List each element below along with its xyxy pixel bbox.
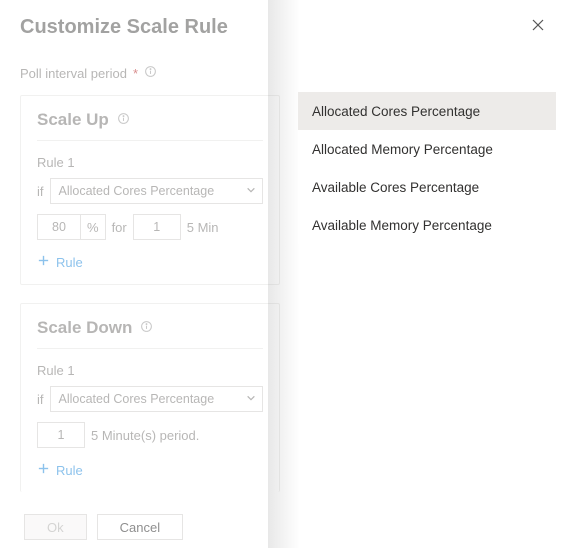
cancel-button[interactable]: Cancel (97, 514, 183, 540)
scale-down-card: Scale Down Rule 1 if Allocated Cores Per… (20, 303, 280, 492)
plus-icon (37, 462, 50, 478)
percent-label: % (80, 214, 105, 240)
menu-item-allocated-memory[interactable]: Allocated Memory Percentage (298, 130, 556, 168)
customize-scale-rule-pane: Customize Scale Rule Poll interval perio… (0, 0, 300, 560)
ok-button[interactable]: Ok (24, 514, 87, 540)
period-input[interactable] (133, 214, 181, 240)
metric-dropdown-value: Allocated Cores Percentage (59, 392, 215, 406)
rule-label: Rule 1 (37, 363, 263, 378)
period-text: 5 Min (187, 220, 219, 235)
metric-dropdown-menu: Allocated Cores Percentage Allocated Mem… (298, 92, 556, 244)
scale-up-card: Scale Up Rule 1 if Allocated Cores Perce… (20, 95, 280, 285)
threshold-input-group: % (37, 214, 106, 240)
metric-dropdown-value: Allocated Cores Percentage (59, 184, 215, 198)
poll-interval-label: Poll interval period (20, 66, 127, 81)
add-rule-label: Rule (56, 463, 83, 478)
divider (37, 348, 263, 349)
plus-icon (37, 254, 50, 270)
menu-item-available-cores[interactable]: Available Cores Percentage (298, 168, 556, 206)
scale-down-title-text: Scale Down (37, 318, 132, 338)
menu-item-allocated-cores[interactable]: Allocated Cores Percentage (298, 92, 556, 130)
poll-interval-field: Poll interval period * (20, 65, 280, 81)
threshold-input[interactable] (38, 215, 80, 239)
for-label: for (112, 220, 127, 235)
scale-up-title: Scale Up (37, 110, 263, 130)
menu-item-available-memory[interactable]: Available Memory Percentage (298, 206, 556, 244)
scale-down-title: Scale Down (37, 318, 263, 338)
metric-dropdown[interactable]: Allocated Cores Percentage (50, 178, 264, 204)
close-button[interactable] (531, 18, 547, 34)
add-rule-button[interactable]: Rule (37, 250, 263, 274)
add-rule-label: Rule (56, 255, 83, 270)
add-rule-button[interactable]: Rule (37, 458, 263, 482)
info-icon[interactable] (144, 65, 157, 81)
scale-up-title-text: Scale Up (37, 110, 109, 130)
chevron-down-icon (246, 184, 256, 198)
if-label: if (37, 184, 44, 199)
footer-buttons: Ok Cancel (20, 510, 280, 544)
period-input[interactable] (37, 422, 85, 448)
info-icon[interactable] (140, 318, 153, 338)
rule-label: Rule 1 (37, 155, 263, 170)
period-text: 5 Minute(s) period. (91, 428, 199, 443)
pane-title: Customize Scale Rule (20, 16, 280, 39)
required-asterisk: * (133, 66, 138, 81)
info-icon[interactable] (117, 110, 130, 130)
divider (37, 140, 263, 141)
chevron-down-icon (246, 392, 256, 406)
metric-dropdown[interactable]: Allocated Cores Percentage (50, 386, 264, 412)
if-label: if (37, 392, 44, 407)
